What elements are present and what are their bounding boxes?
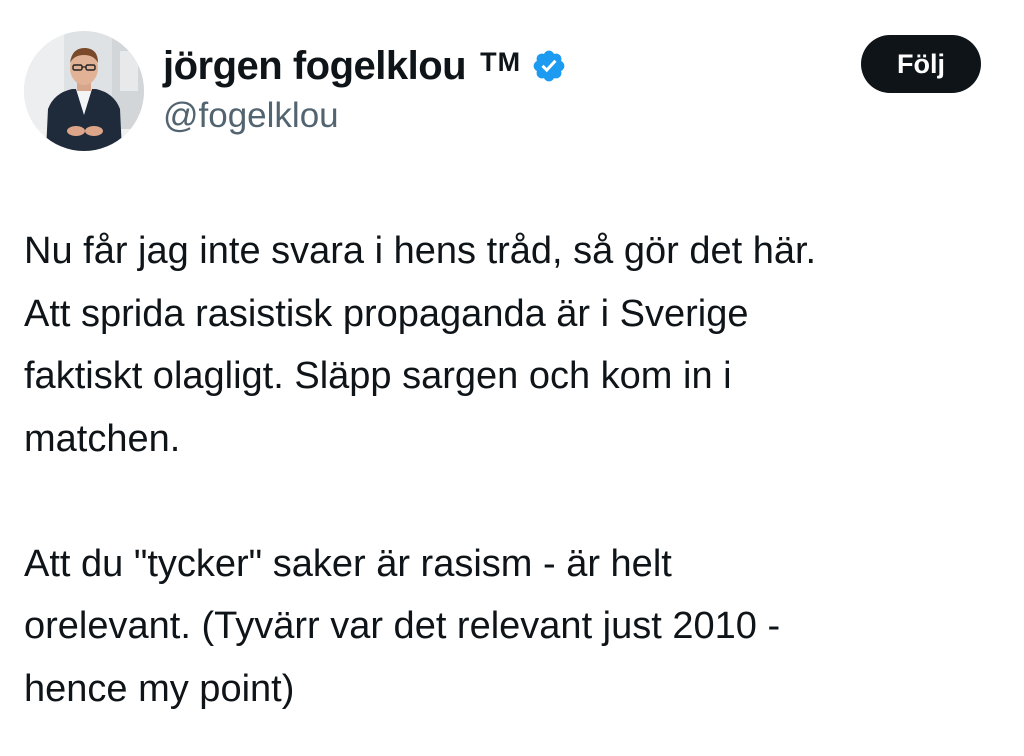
tweet-line: hence my point): [24, 667, 295, 710]
avatar[interactable]: [24, 31, 144, 151]
follow-button[interactable]: Följ: [861, 35, 981, 93]
tweet-line: faktiskt olagligt. Släpp sargen och kom …: [24, 355, 732, 397]
avatar-photo: [24, 31, 144, 151]
author-name-suffix: TM: [480, 46, 522, 77]
author-name-row: jörgen fogelklou TM: [163, 40, 567, 92]
tweet-text: Nu får jag inte svara i hens tråd, så gö…: [24, 220, 994, 720]
tweet-line: Att sprida rasistisk propaganda är i Sve…: [24, 292, 749, 335]
tweet-line: matchen.: [24, 417, 181, 460]
verified-badge-icon[interactable]: [531, 48, 567, 84]
tweet-line: orelevant. (Tyvärr var det relevant just…: [24, 605, 781, 647]
tweet-card: jörgen fogelklou TM @fogelklou Följ Nu f…: [0, 0, 1024, 756]
tweet-line: Nu får jag inte svara i hens tråd, så gö…: [24, 230, 817, 272]
author-handle[interactable]: @fogelklou: [163, 96, 339, 136]
author-display-name[interactable]: jörgen fogelklou: [163, 44, 467, 89]
tweet-line: Att du "tycker" saker är rasism - är hel…: [24, 542, 672, 585]
